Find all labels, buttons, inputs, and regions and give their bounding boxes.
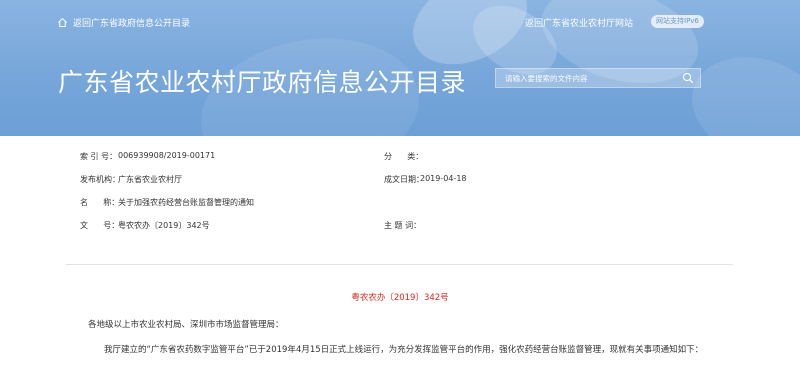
- home-icon: [58, 17, 67, 27]
- search-icon[interactable]: [682, 72, 694, 84]
- home-link-label[interactable]: 返回广东省政府信息公开目录: [73, 16, 190, 29]
- divider: [66, 264, 733, 265]
- publisher-value: 广东省农业农村厅: [118, 175, 182, 184]
- meta-row: 发布机构： 广东省农业农村厅 成文日期： 2019-04-18: [80, 174, 720, 188]
- date-value: 2019-04-18: [420, 174, 467, 183]
- index-label: 索 引 号：: [80, 152, 118, 161]
- meta-row: 名 称： 关于加强农药经营台账监督管理的通知: [80, 197, 720, 211]
- document-meta-table: 索 引 号： 006939908/2019-00171 分 类： 发布机构： 广…: [80, 146, 720, 261]
- index-value: 006939908/2019-00171: [118, 151, 216, 160]
- home-link[interactable]: 返回广东省政府信息公开目录: [57, 16, 190, 29]
- name-label: 名 称：: [80, 198, 120, 207]
- site-link[interactable]: 返回广东省农业农村厅网站: [525, 16, 633, 29]
- top-bar: 返回广东省政府信息公开目录 返回广东省农业农村厅网站 网站支持IPv6: [0, 0, 800, 40]
- meta-row: 索 引 号： 006939908/2019-00171 分 类：: [80, 151, 720, 165]
- search-input[interactable]: [496, 69, 676, 87]
- header-banner: 返回广东省政府信息公开目录 返回广东省农业农村厅网站 网站支持IPv6 广东省农…: [0, 0, 800, 136]
- subject-label: 主 题 词：: [384, 221, 422, 230]
- document-number: 粤农农办〔2019〕342号: [351, 293, 449, 303]
- document-addressee: 各地级以上市农业农村局、深圳市市场监督管理局：: [88, 320, 284, 330]
- meta-row: 文 号： 粤农农办〔2019〕342号 主 题 词：: [80, 220, 720, 234]
- publisher-label: 发布机构：: [80, 175, 120, 184]
- site-title: 广东省农业农村厅政府信息公开目录: [58, 68, 467, 97]
- docno-value: 粤农农办〔2019〕342号: [118, 221, 210, 230]
- date-label: 成文日期：: [384, 175, 424, 184]
- docno-label: 文 号：: [80, 221, 120, 230]
- category-label: 分 类：: [384, 152, 424, 161]
- ipv6-badge: 网站支持IPv6: [651, 15, 704, 28]
- name-value: 关于加强农药经营台账监督管理的通知: [118, 198, 254, 207]
- search-box: [495, 68, 701, 88]
- document-paragraph: 我厅建立的“广东省农药数字监管平台”已于2019年4月15日正式上线运行，为充分…: [104, 345, 704, 355]
